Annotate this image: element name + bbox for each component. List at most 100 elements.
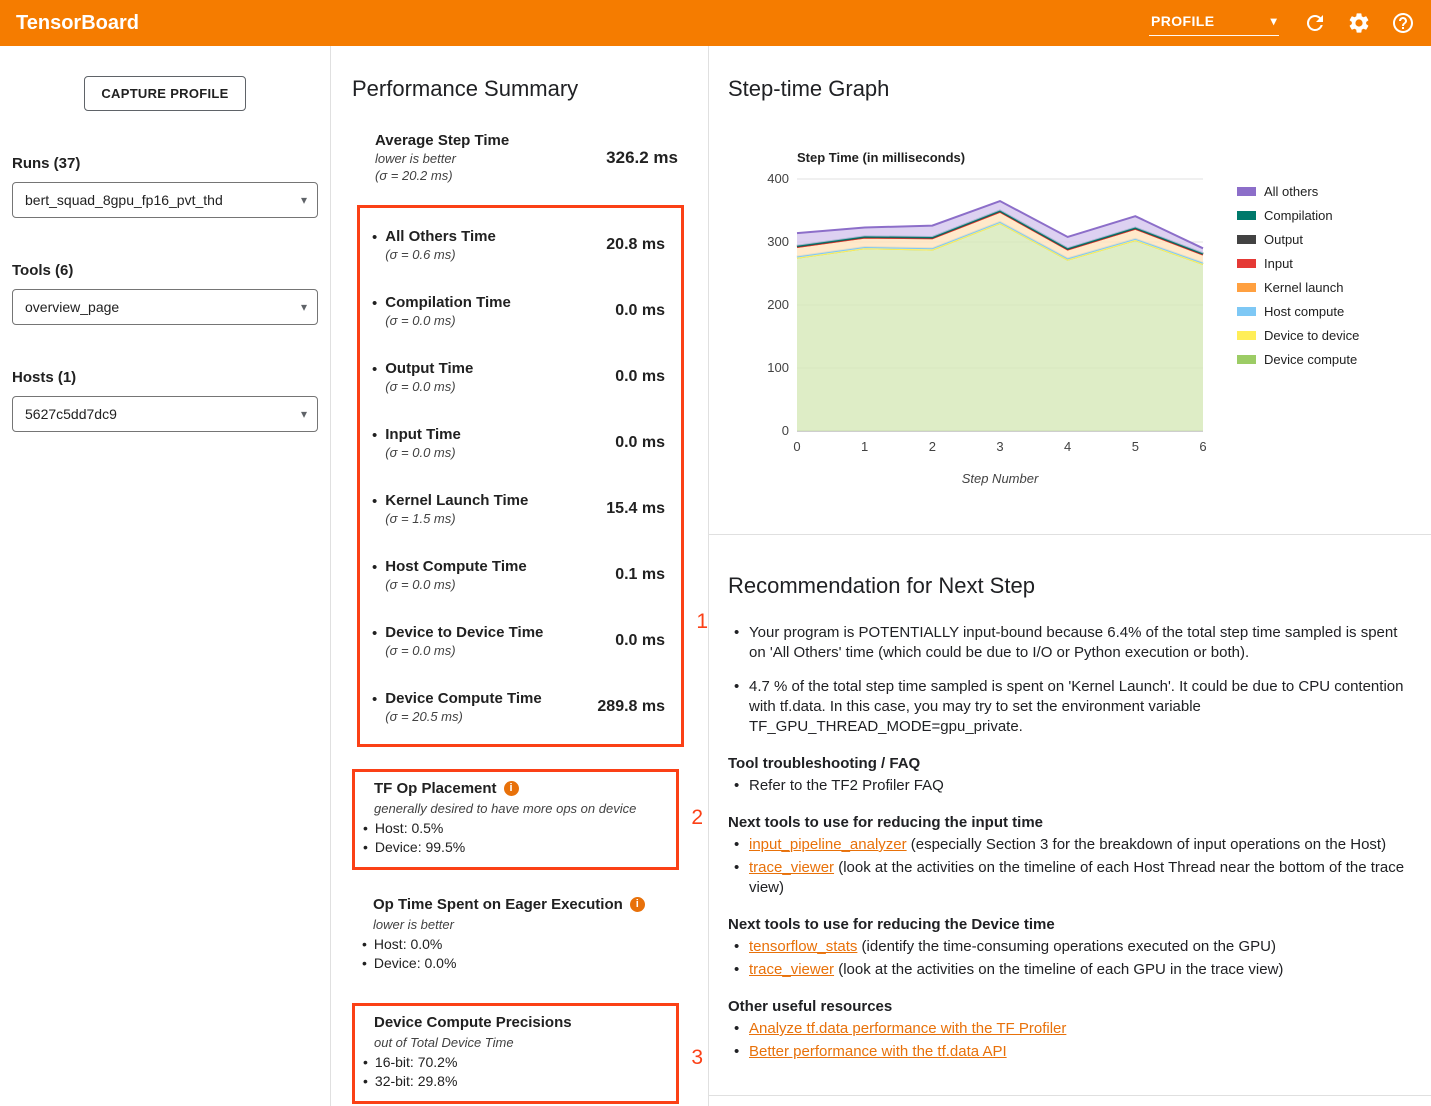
dashboard-selector[interactable]: PROFILE ▾ — [1149, 11, 1279, 36]
metric-sigma: (σ = 1.5 ms) — [385, 511, 528, 526]
metric-row: •Device to Device Time(σ = 0.0 ms)0.0 ms — [372, 608, 671, 674]
section-item: Refer to the TF2 Profiler FAQ — [734, 776, 1407, 796]
recommendation-bullet: Your program is POTENTIALLY input-bound … — [734, 623, 1407, 663]
settings-button[interactable] — [1345, 9, 1373, 37]
metric-text: Device to Device Time (σ = 0.0 ms) — [385, 624, 543, 658]
section-item: trace_viewer (look at the activities on … — [734, 960, 1407, 980]
bullet-icon: • — [372, 427, 377, 460]
runs-label: Runs (37) — [12, 155, 318, 172]
chart-wrapper: Step Time (in milliseconds) 010020030040… — [753, 150, 1431, 500]
legend-item: Compilation — [1237, 208, 1359, 223]
bullet-icon: • — [372, 295, 377, 328]
runs-select[interactable]: bert_squad_8gpu_fp16_pvt_thd ▾ — [12, 182, 318, 218]
gear-icon — [1347, 11, 1371, 35]
metric-value: 20.8 ms — [606, 236, 671, 254]
capture-profile-button[interactable]: CAPTURE PROFILE — [84, 76, 245, 111]
help-button[interactable] — [1389, 9, 1417, 37]
recommendation-sections: Tool troubleshooting / FAQ Refer to the T… — [728, 755, 1407, 1062]
metric-text: Device Compute Time(σ = 20.5 ms) — [385, 690, 541, 724]
runs-field: Runs (37) bert_squad_8gpu_fp16_pvt_thd ▾ — [12, 155, 318, 218]
metric-sigma: (σ = 0.0 ms) — [385, 643, 543, 658]
metric-sigma: (σ = 0.0 ms) — [385, 313, 511, 328]
svg-text:0: 0 — [793, 439, 800, 454]
metric-value: 0.0 ms — [615, 434, 671, 452]
tools-select-value: overview_page — [25, 299, 119, 315]
bullet-text: Host: 0.0% — [374, 935, 442, 954]
section-heading: Next tools to use for reducing the input… — [728, 814, 1407, 831]
legend-swatch — [1237, 187, 1256, 196]
bullet-icon: • — [372, 559, 377, 592]
metric-sigma: (σ = 20.5 ms) — [385, 709, 541, 724]
metric-text: All Others Time(σ = 0.6 ms) — [385, 228, 496, 262]
hosts-select[interactable]: 5627c5dd7dc9 ▾ — [12, 396, 318, 432]
tf-op-placement-list: •Host: 0.5%•Device: 99.5% — [361, 819, 666, 857]
metric-label: Output Time — [385, 360, 473, 377]
metric-label: Compilation Time — [385, 294, 511, 311]
precisions-list: •16-bit: 70.2%•32-bit: 29.8% — [361, 1053, 666, 1091]
metric-value: 0.0 ms — [615, 368, 671, 386]
bullet-text: 16-bit: 70.2% — [375, 1053, 458, 1072]
svg-text:6: 6 — [1199, 439, 1206, 454]
tensorboard-app: TensorBoard PROFILE ▾ — [0, 0, 1431, 1106]
metric-text: Host Compute Time(σ = 0.0 ms) — [385, 558, 526, 592]
refresh-button[interactable] — [1301, 9, 1329, 37]
chevron-down-icon: ▾ — [1271, 14, 1277, 28]
metric-sigma: (σ = 0.0 ms) — [385, 379, 473, 394]
svg-text:2: 2 — [929, 439, 936, 454]
bullet-item: • Host: 0.0% — [360, 935, 686, 954]
top-bar: TensorBoard PROFILE ▾ — [0, 0, 1431, 46]
metric-row: •All Others Time(σ = 0.6 ms)20.8 ms — [372, 212, 671, 278]
annotation-2: 2 — [691, 806, 703, 830]
section-heading: Tool troubleshooting / FAQ — [728, 755, 1407, 772]
legend-item: Input — [1237, 256, 1359, 271]
metric-text: Output Time (σ = 0.0 ms) — [385, 360, 473, 394]
section-list: Analyze tf.data performance with the TF … — [734, 1019, 1407, 1062]
link-trace-viewer[interactable]: trace_viewer — [749, 859, 834, 876]
section-list: tensorflow_stats (identify the time-cons… — [734, 937, 1407, 980]
metric-value: 289.8 ms — [597, 698, 671, 716]
bullet-icon: • — [362, 935, 367, 954]
average-step-time-row: Average Step Time lower is better (σ = 2… — [375, 132, 684, 183]
chart-title: Step Time (in milliseconds) — [797, 150, 1223, 165]
legend-label: Device to device — [1264, 328, 1359, 343]
app-title: TensorBoard — [16, 12, 139, 35]
section-item: input_pipeline_analyzer (especially Sect… — [734, 835, 1407, 855]
metric-label: Host Compute Time — [385, 558, 526, 575]
link-input-pipeline-analyzer[interactable]: input_pipeline_analyzer — [749, 836, 907, 853]
chevron-down-icon: ▾ — [301, 407, 307, 421]
link-better-performance-with-the-tf-data-api[interactable]: Better performance with the tf.data API — [749, 1043, 1007, 1060]
link-tensorflow-stats[interactable]: tensorflow_stats — [749, 938, 857, 955]
metric-label: Device to Device Time — [385, 624, 543, 641]
metric-text: Compilation Time (σ = 0.0 ms) — [385, 294, 511, 328]
svg-text:1: 1 — [861, 439, 868, 454]
svg-text:200: 200 — [767, 297, 789, 312]
metric-row: •Output Time(σ = 0.0 ms)0.0 ms — [372, 344, 671, 410]
chevron-down-icon: ▾ — [301, 300, 307, 314]
section-item: trace_viewer (look at the activities on … — [734, 858, 1407, 898]
tools-select[interactable]: overview_page ▾ — [12, 289, 318, 325]
help-icon — [1391, 11, 1415, 35]
eager-title-row: Op Time Spent on Eager Executioni — [360, 896, 686, 914]
legend-swatch — [1237, 355, 1256, 364]
chevron-down-icon: ▾ — [301, 193, 307, 207]
tf-op-placement-title: TF Op Placement — [374, 780, 497, 797]
link-analyze-tf-data-performance-with-the-tf-profiler[interactable]: Analyze tf.data performance with the TF … — [749, 1020, 1066, 1037]
metric-sigma: (σ = 0.0 ms) — [385, 445, 461, 460]
legend-label: Output — [1264, 232, 1303, 247]
section-item: tensorflow_stats (identify the time-cons… — [734, 937, 1407, 957]
step-time-graph-title: Step-time Graph — [728, 76, 1431, 102]
info-icon[interactable]: i — [504, 781, 519, 796]
info-icon[interactable]: i — [630, 897, 645, 912]
section-heading: Next tools to use for reducing the Devic… — [728, 916, 1407, 933]
svg-text:5: 5 — [1132, 439, 1139, 454]
tf-op-placement-box: TF Op Placementi generally desired to ha… — [352, 769, 679, 870]
svg-text:Step Number: Step Number — [962, 471, 1039, 486]
svg-text:4: 4 — [1064, 439, 1071, 454]
precisions-title-row: Device Compute Precisions — [361, 1014, 666, 1032]
metric-label: Kernel Launch Time — [385, 492, 528, 509]
legend-item: Kernel launch — [1237, 280, 1359, 295]
metric-value: 0.1 ms — [615, 566, 671, 584]
link-trace-viewer[interactable]: trace_viewer — [749, 961, 834, 978]
annotation-1: 1 — [696, 610, 708, 634]
metric-label: Input Time — [385, 426, 461, 443]
